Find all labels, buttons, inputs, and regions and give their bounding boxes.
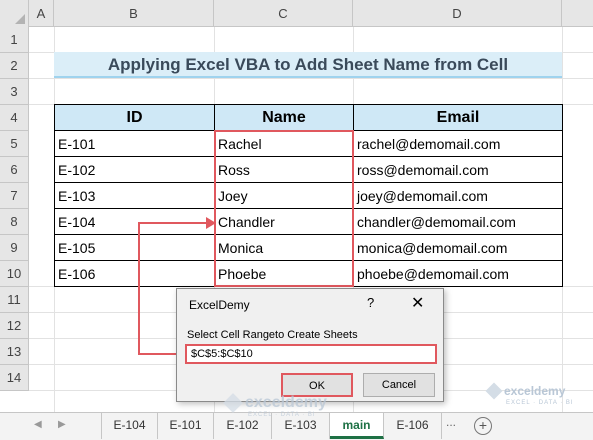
cell-id[interactable]: E-101 bbox=[54, 130, 215, 157]
cell-email[interactable]: monica@demomail.com bbox=[353, 234, 563, 261]
column-header-b[interactable]: B bbox=[54, 0, 214, 27]
row-header-13[interactable]: 13 bbox=[0, 339, 29, 365]
next-sheet-icon[interactable]: ▶ bbox=[58, 419, 66, 430]
column-header-a[interactable]: A bbox=[29, 0, 54, 27]
watermark-logo-icon bbox=[223, 393, 243, 413]
arrow-head-icon bbox=[206, 217, 216, 229]
column-header-d[interactable]: D bbox=[353, 0, 562, 27]
range-input[interactable] bbox=[185, 344, 437, 364]
selected-range-highlight bbox=[214, 130, 354, 287]
row-header-7[interactable]: 7 bbox=[0, 183, 29, 209]
row-header-10[interactable]: 10 bbox=[0, 261, 29, 287]
dialog-title: ExcelDemy bbox=[189, 298, 250, 312]
row-header-6[interactable]: 6 bbox=[0, 157, 29, 183]
sheet-title[interactable]: Applying Excel VBA to Add Sheet Name fro… bbox=[54, 52, 562, 78]
prev-sheet-icon[interactable]: ◀ bbox=[34, 419, 42, 430]
table-header-row: ID Name Email bbox=[54, 104, 563, 131]
cell-id[interactable]: E-102 bbox=[54, 156, 215, 183]
row-header-9[interactable]: 9 bbox=[0, 235, 29, 261]
cell-id[interactable]: E-105 bbox=[54, 234, 215, 261]
watermark-overlay: exceldemy EXCEL · DATA · BI bbox=[223, 393, 327, 418]
cell-id[interactable]: E-103 bbox=[54, 182, 215, 209]
cell-email[interactable]: ross@demomail.com bbox=[353, 156, 563, 183]
dialog-prompt: Select Cell Rangeto Create Sheets bbox=[187, 329, 358, 341]
close-icon[interactable]: ✕ bbox=[411, 293, 424, 313]
help-button[interactable]: ? bbox=[367, 295, 374, 310]
row-header-11[interactable]: 11 bbox=[0, 287, 29, 313]
cell-email[interactable]: joey@demomail.com bbox=[353, 182, 563, 209]
row-header-14[interactable]: 14 bbox=[0, 365, 29, 391]
select-all-triangle-icon bbox=[15, 14, 25, 24]
tab-e-106[interactable]: E-106 bbox=[384, 413, 442, 439]
gridline bbox=[29, 78, 593, 79]
cell-id[interactable]: E-106 bbox=[54, 260, 215, 287]
input-box-dialog: ExcelDemy ? ✕ Select Cell Rangeto Create… bbox=[176, 288, 444, 402]
column-header-c[interactable]: C bbox=[214, 0, 353, 27]
cell-email[interactable]: phoebe@demomail.com bbox=[353, 260, 563, 287]
select-all-corner[interactable] bbox=[0, 0, 29, 27]
header-id[interactable]: ID bbox=[54, 104, 215, 131]
row-header-5[interactable]: 5 bbox=[0, 131, 29, 157]
connector-line bbox=[138, 222, 140, 355]
tab-main[interactable]: main bbox=[330, 413, 384, 439]
column-header-row: A B C D bbox=[0, 0, 593, 27]
row-header-8[interactable]: 8 bbox=[0, 209, 29, 235]
row-header-4[interactable]: 4 bbox=[0, 105, 29, 131]
tab-e-101[interactable]: E-101 bbox=[158, 413, 214, 439]
cell-email[interactable]: rachel@demomail.com bbox=[353, 130, 563, 157]
row-header-12[interactable]: 12 bbox=[0, 313, 29, 339]
row-header-2[interactable]: 2 bbox=[0, 53, 29, 79]
cell-email[interactable]: chandler@demomail.com bbox=[353, 208, 563, 235]
watermark: exceldemy EXCEL · DATA · BI bbox=[485, 382, 574, 406]
connector-line bbox=[138, 222, 210, 224]
add-sheet-icon[interactable]: + bbox=[474, 417, 492, 435]
header-name[interactable]: Name bbox=[214, 104, 354, 131]
more-tabs-icon[interactable]: ... bbox=[446, 415, 456, 429]
cancel-button[interactable]: Cancel bbox=[363, 373, 435, 397]
row-header-3[interactable]: 3 bbox=[0, 79, 29, 105]
row-header-1[interactable]: 1 bbox=[0, 27, 29, 53]
header-email[interactable]: Email bbox=[353, 104, 563, 131]
tab-e-104[interactable]: E-104 bbox=[102, 413, 158, 439]
watermark-logo-icon bbox=[485, 382, 503, 400]
